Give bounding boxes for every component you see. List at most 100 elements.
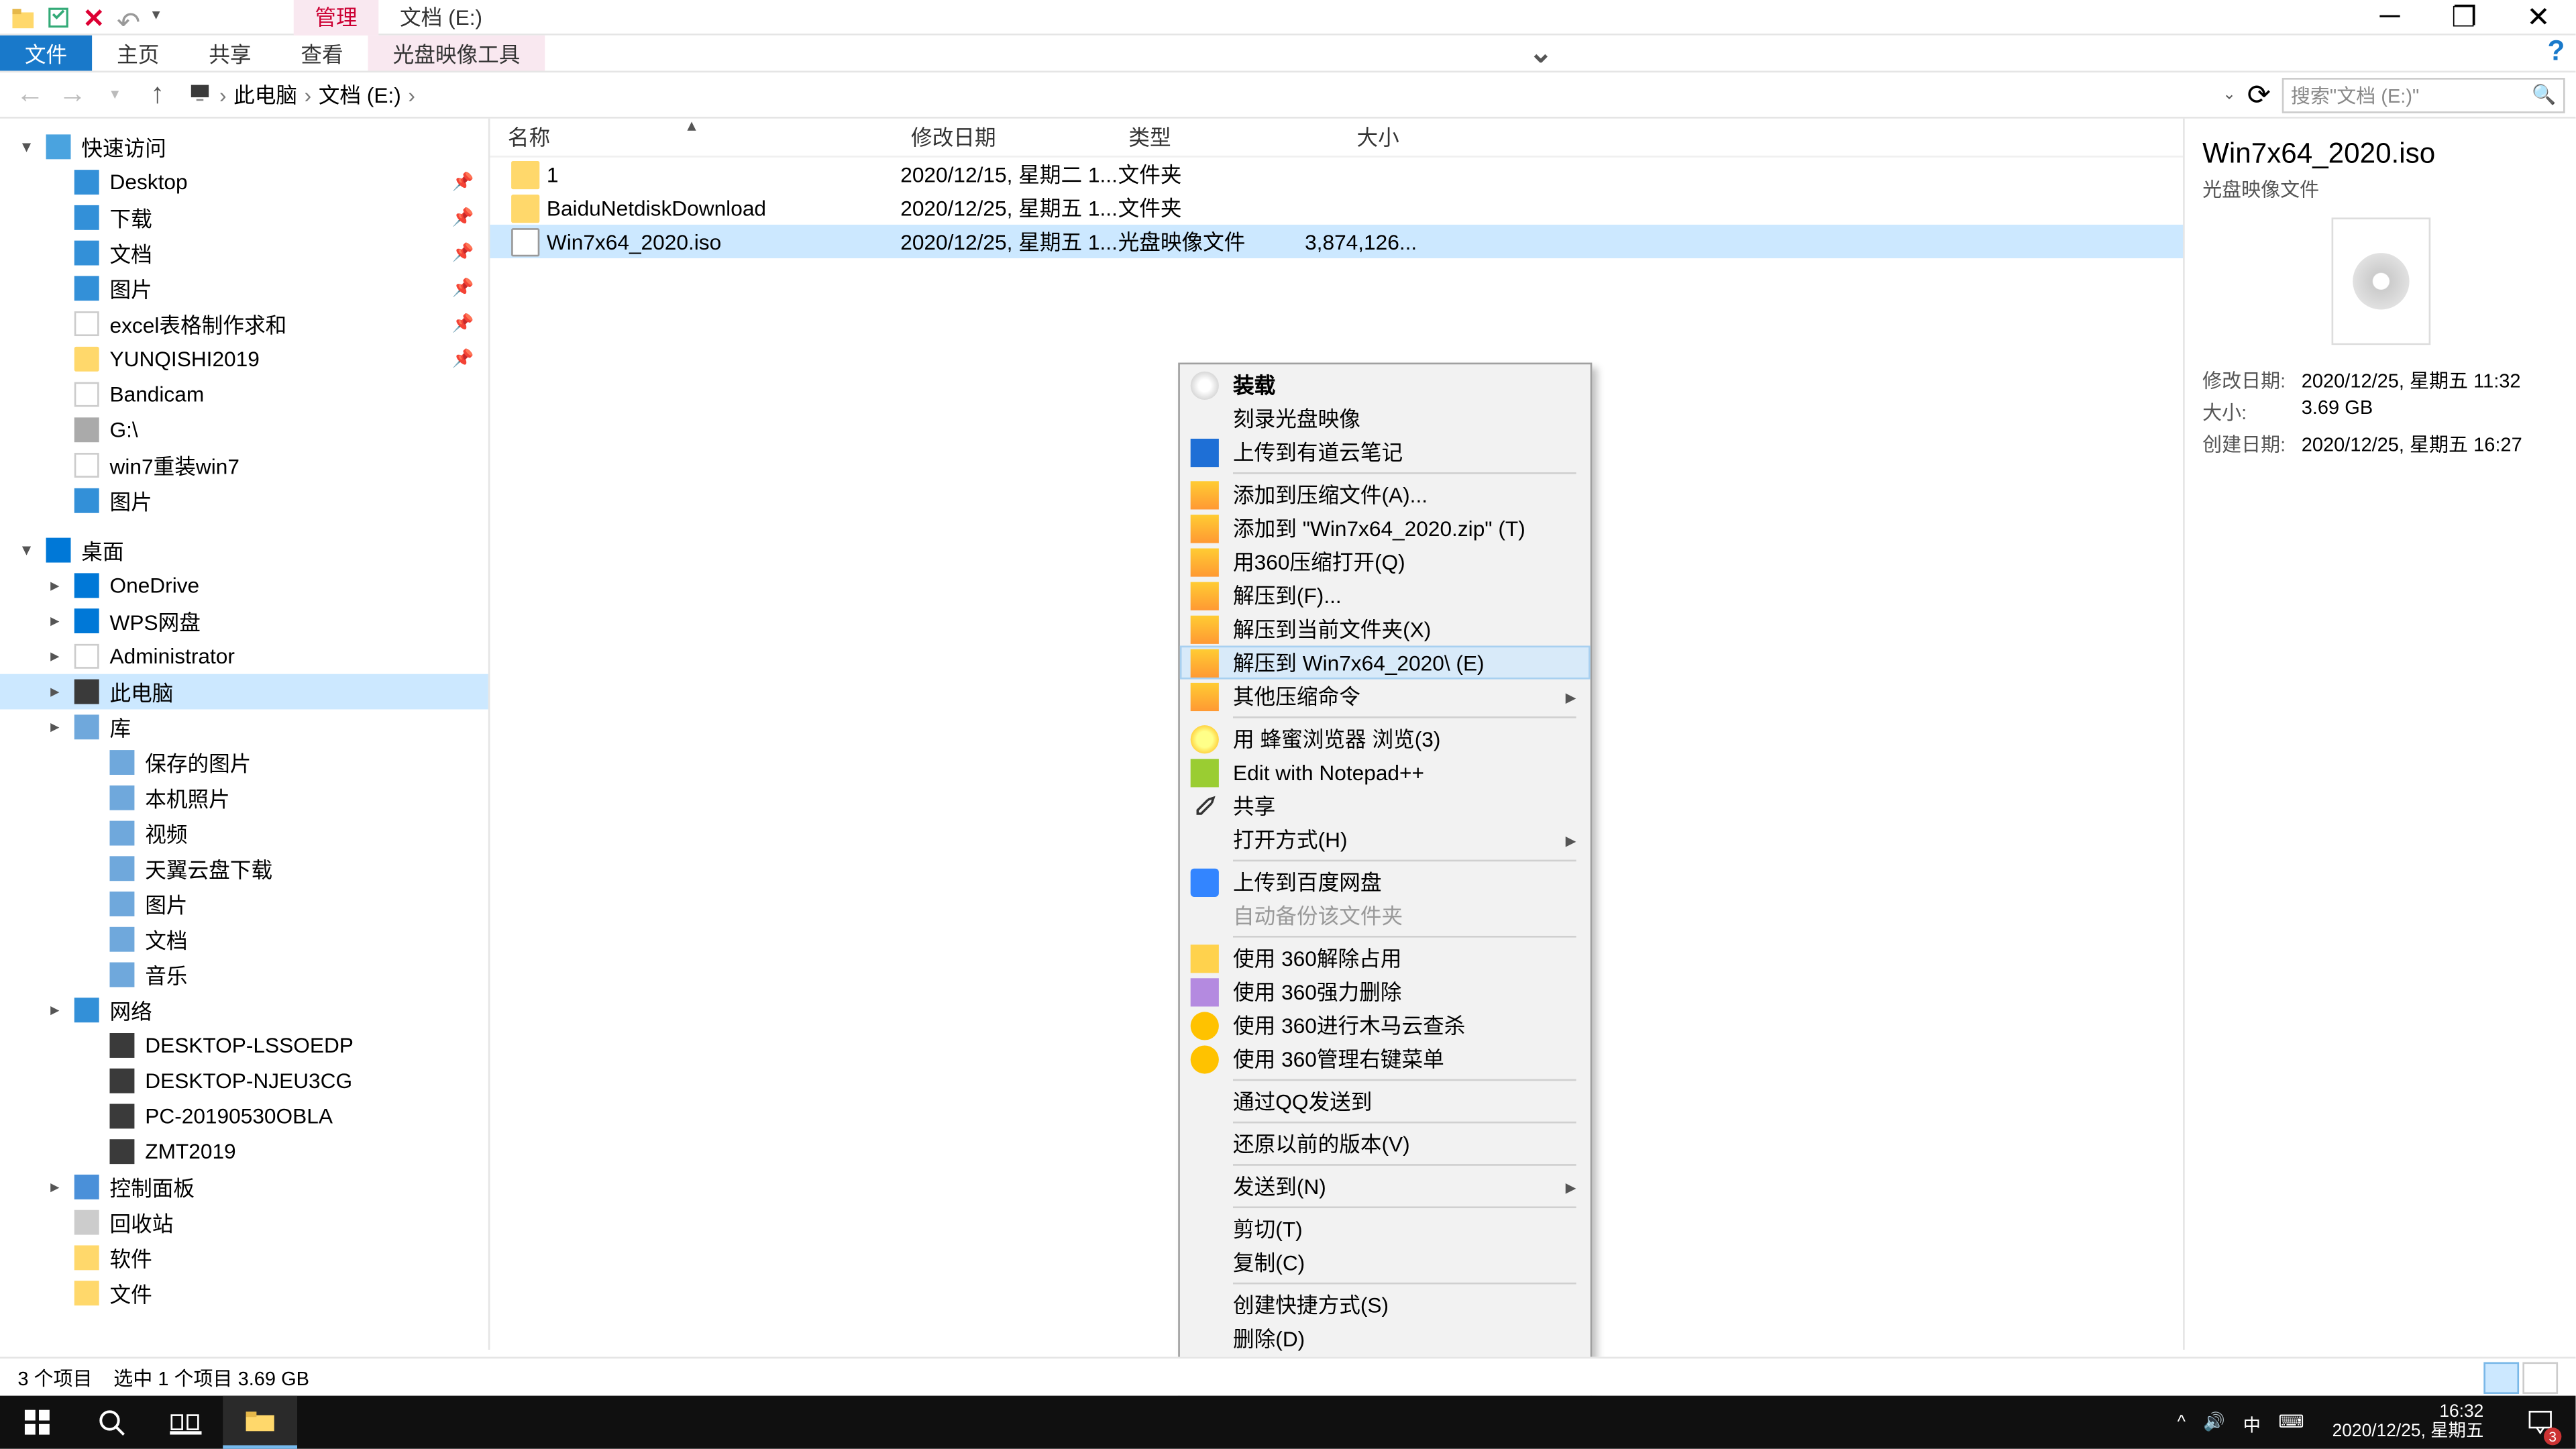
tree-item[interactable]: ▸WPS网盘 [0, 603, 488, 639]
tree-item[interactable]: 文档📌 [0, 235, 488, 271]
ribbon-context-tab[interactable]: 管理 [294, 0, 379, 36]
ime-mode-icon[interactable]: ⌨ [2278, 1413, 2304, 1432]
tree-item[interactable]: 音乐 [0, 957, 488, 993]
tree-item[interactable]: 软件 [0, 1240, 488, 1276]
action-center-button[interactable]: 3 [2512, 1396, 2569, 1449]
expand-icon[interactable]: ▸ [46, 1000, 64, 1020]
chevron-right-icon[interactable]: › [301, 83, 315, 107]
chevron-right-icon[interactable]: › [405, 83, 419, 107]
search-input[interactable]: 搜索"文档 (E:)" 🔍 [2282, 77, 2565, 113]
expand-icon[interactable]: ▸ [46, 576, 64, 595]
expand-icon[interactable]: ▸ [46, 1177, 64, 1197]
context-menu-item[interactable]: 添加到压缩文件(A)... [1180, 478, 1591, 511]
search-button[interactable] [74, 1396, 149, 1449]
ribbon-tab-file[interactable]: 文件 [0, 36, 92, 71]
context-menu-item[interactable]: 使用 360强力删除 [1180, 975, 1591, 1008]
help-button[interactable]: ? [2536, 36, 2575, 71]
tree-item[interactable]: ▾快速访问 [0, 129, 488, 165]
context-menu-item[interactable]: 复制(C) [1180, 1245, 1591, 1279]
tree-item[interactable]: G:\ [0, 412, 488, 447]
ribbon-tab-share[interactable]: 共享 [184, 36, 276, 71]
file-row[interactable]: BaiduNetdiskDownload2020/12/25, 星期五 1...… [490, 191, 2183, 225]
expand-icon[interactable]: ▸ [46, 682, 64, 702]
tree-item[interactable]: ▸此电脑 [0, 674, 488, 710]
tree-item[interactable]: ▸Administrator [0, 639, 488, 674]
column-size[interactable]: 大小 [1293, 122, 1417, 152]
tree-item[interactable]: ▾桌面 [0, 533, 488, 568]
tree-item[interactable]: 图片 [0, 483, 488, 519]
breadcrumb[interactable]: › 此电脑 › 文档 (E:) › ⌄ [180, 80, 2236, 110]
file-row[interactable]: Win7x64_2020.iso2020/12/25, 星期五 1...光盘映像… [490, 225, 2183, 258]
ime-icon[interactable]: 中 [2243, 1409, 2261, 1436]
context-menu-item[interactable]: 解压到当前文件夹(X) [1180, 612, 1591, 645]
context-menu-item[interactable]: 解压到(F)... [1180, 578, 1591, 612]
tree-item[interactable]: ZMT2019 [0, 1134, 488, 1169]
tree-item[interactable]: Desktop📌 [0, 164, 488, 200]
refresh-button[interactable]: ⟳ [2239, 77, 2278, 113]
tree-item[interactable]: excel表格制作求和📌 [0, 306, 488, 341]
start-button[interactable] [0, 1396, 74, 1449]
context-menu-item[interactable]: 还原以前的版本(V) [1180, 1127, 1591, 1161]
column-date[interactable]: 修改日期 [894, 122, 1111, 152]
column-name[interactable]: 名称▴ [490, 122, 893, 152]
context-menu-item[interactable]: 上传到有道云笔记 [1180, 435, 1591, 469]
tree-item[interactable]: 本机照片 [0, 780, 488, 816]
tree-item[interactable]: 图片📌 [0, 270, 488, 306]
expand-ribbon-button[interactable]: ⌄ [1521, 36, 1560, 71]
properties-icon[interactable] [46, 5, 71, 30]
up-button[interactable]: ↑ [138, 75, 177, 114]
ribbon-tab-view[interactable]: 查看 [276, 36, 368, 71]
chevron-right-icon[interactable]: › [216, 83, 230, 107]
tree-item[interactable]: ▸OneDrive [0, 568, 488, 603]
file-row[interactable]: 12020/12/15, 星期二 1...文件夹 [490, 158, 2183, 191]
tree-item[interactable]: 保存的图片 [0, 745, 488, 780]
forward-button[interactable]: → [53, 75, 92, 114]
tree-item[interactable]: ▸库 [0, 709, 488, 745]
history-dropdown[interactable]: ▾ [95, 75, 134, 114]
tree-item[interactable]: 回收站 [0, 1205, 488, 1240]
qat-dropdown-icon[interactable]: ▾ [152, 5, 177, 30]
context-menu-item[interactable]: 使用 360管理右键菜单 [1180, 1042, 1591, 1075]
tree-item[interactable]: 下载📌 [0, 200, 488, 235]
column-type[interactable]: 类型 [1111, 122, 1293, 152]
tree-item[interactable]: DESKTOP-LSSOEDP [0, 1028, 488, 1063]
tree-item[interactable]: win7重装win7 [0, 447, 488, 483]
context-menu-item[interactable]: 创建快捷方式(S) [1180, 1288, 1591, 1322]
context-menu-item[interactable]: 使用 360解除占用 [1180, 941, 1591, 975]
context-menu-item[interactable]: 其他压缩命令▸ [1180, 680, 1591, 713]
context-menu-item[interactable]: 打开方式(H)▸ [1180, 822, 1591, 856]
tree-item[interactable]: DESKTOP-NJEU3CG [0, 1063, 488, 1099]
view-large-icons-button[interactable] [2522, 1361, 2558, 1393]
tree-item[interactable]: ▸网络 [0, 992, 488, 1028]
close-button[interactable]: ✕ [2502, 0, 2576, 34]
expand-icon[interactable]: ▾ [17, 137, 35, 156]
tray-clock[interactable]: 16:32 2020/12/25, 星期五 [2322, 1403, 2494, 1442]
expand-icon[interactable]: ▸ [46, 647, 64, 666]
context-menu-item[interactable]: 添加到 "Win7x64_2020.zip" (T) [1180, 511, 1591, 545]
view-details-button[interactable] [2483, 1361, 2519, 1393]
delete-icon[interactable] [81, 5, 106, 30]
expand-icon[interactable]: ▸ [46, 717, 64, 737]
context-menu-item[interactable]: 刻录光盘映像 [1180, 402, 1591, 435]
address-dropdown[interactable]: ⌄ [2222, 85, 2236, 105]
context-menu-item[interactable]: 使用 360进行木马云查杀 [1180, 1008, 1591, 1042]
context-menu-item[interactable]: 装载 [1180, 368, 1591, 401]
context-menu-item[interactable]: 用360压缩打开(Q) [1180, 545, 1591, 578]
ribbon-tab-home[interactable]: 主页 [92, 36, 184, 71]
tree-item[interactable]: 图片 [0, 886, 488, 922]
breadcrumb-item[interactable]: 文档 (E:) [319, 80, 401, 110]
expand-icon[interactable]: ▸ [46, 611, 64, 631]
context-menu-item[interactable]: 解压到 Win7x64_2020\ (E) [1180, 646, 1591, 680]
context-menu-item[interactable]: 上传到百度网盘 [1180, 865, 1591, 898]
tree-item[interactable]: ▸控制面板 [0, 1169, 488, 1205]
tree-item[interactable]: 文件 [0, 1275, 488, 1311]
context-menu-item[interactable]: 剪切(T) [1180, 1212, 1591, 1245]
task-view-button[interactable] [149, 1396, 223, 1449]
context-menu-item[interactable]: 用 蜂蜜浏览器 浏览(3) [1180, 722, 1591, 755]
context-menu-item[interactable]: 删除(D) [1180, 1322, 1591, 1355]
tree-item[interactable]: 文档 [0, 922, 488, 957]
tree-item[interactable]: YUNQISHI2019📌 [0, 341, 488, 377]
context-menu-item[interactable]: Edit with Notepad++ [1180, 755, 1591, 789]
context-menu-item[interactable]: 发送到(N)▸ [1180, 1169, 1591, 1203]
maximize-button[interactable]: ❐ [2427, 0, 2502, 34]
